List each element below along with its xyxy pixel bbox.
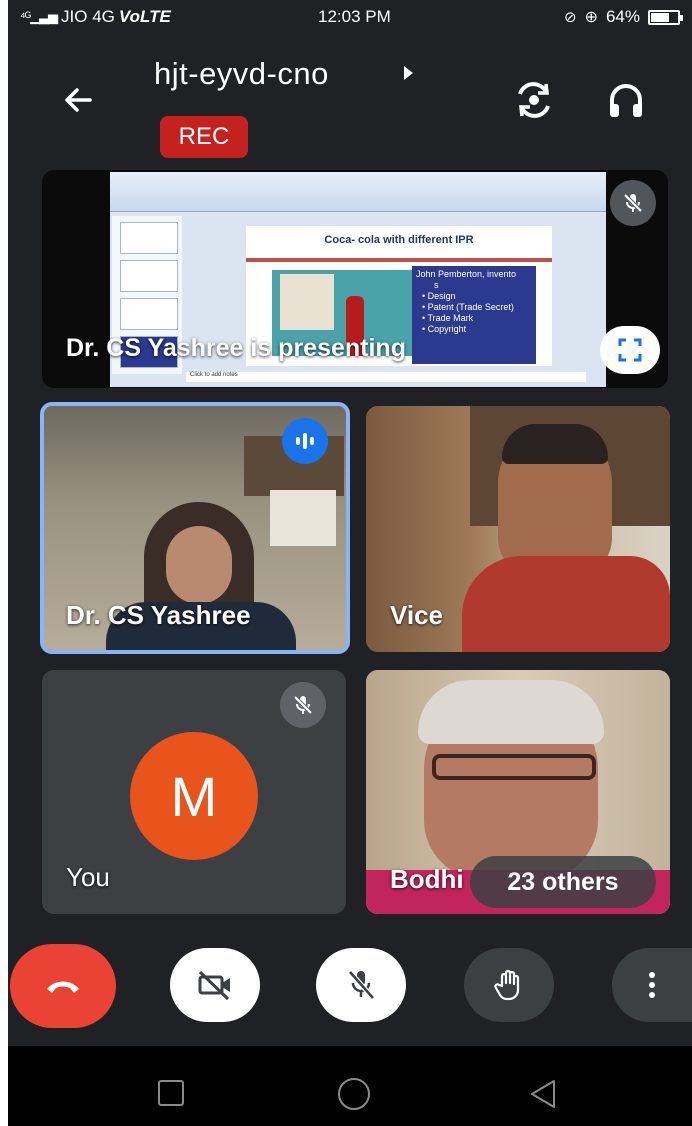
participant-name: Vice — [390, 600, 444, 630]
participant-name: Dr. CS Yashree — [66, 600, 251, 630]
status-bar: ⁴ᴳ▁▃▅ JIO 4G VoLTE 12:03 PM ⊘ ⊕ 64% — [8, 0, 692, 36]
system-nav-bar — [8, 1046, 692, 1126]
mute-notification-icon: ⊘ — [563, 9, 577, 26]
eyeglasses-image — [432, 754, 596, 780]
back-arrow-icon[interactable] — [58, 80, 98, 120]
battery-percent: 64% — [605, 7, 640, 26]
signal-icon: ⁴ᴳ▁▃▅ — [20, 9, 58, 24]
home-nav-icon[interactable] — [338, 1078, 370, 1110]
mic-off-icon — [623, 193, 643, 213]
participant-name: You — [66, 862, 110, 892]
slide-heading-cont: s — [434, 280, 439, 290]
ppt-ribbon — [110, 172, 606, 212]
volte-label: VoLTE — [118, 7, 171, 26]
fullscreen-button[interactable] — [600, 326, 660, 374]
mic-off-icon — [348, 970, 375, 1000]
video-bg-poster — [270, 490, 336, 546]
presenting-caption: Dr. CS Yashree is presenting — [66, 334, 406, 362]
slide-thumbnail — [120, 298, 178, 330]
participant-tile-bodhi[interactable]: Bodhi 23 others — [366, 670, 670, 914]
slide-title: Coca- cola with different IPR — [324, 234, 474, 246]
more-options-button[interactable] — [612, 948, 692, 1022]
recording-badge: REC — [160, 116, 248, 158]
raise-hand-button[interactable] — [464, 948, 554, 1022]
meet-screen: ⁴ᴳ▁▃▅ JIO 4G VoLTE 12:03 PM ⊘ ⊕ 64% hjt-… — [8, 0, 692, 1126]
video-person-hair — [418, 680, 604, 744]
avatar-initial: M — [170, 764, 218, 828]
camera-toggle-button[interactable] — [170, 948, 260, 1022]
more-vert-icon — [649, 972, 655, 998]
recents-nav-icon[interactable] — [158, 1080, 184, 1106]
participant-tile-you[interactable]: M You — [42, 670, 346, 914]
chevron-right-icon[interactable] — [404, 66, 413, 80]
end-call-button[interactable] — [10, 944, 116, 1028]
slide-bullet: Design — [416, 291, 532, 302]
presenter-muted-indicator — [610, 180, 656, 226]
camera-off-icon — [198, 970, 230, 1001]
video-person-face — [166, 526, 232, 604]
audio-wave-icon — [296, 433, 314, 449]
others-count-label: 23 others — [507, 867, 619, 896]
battery-icon — [648, 9, 683, 25]
hang-up-icon — [47, 981, 79, 993]
status-left: ⁴ᴳ▁▃▅ JIO 4G VoLTE — [20, 7, 171, 27]
avatar: M — [130, 732, 258, 860]
slide-thumbnail — [120, 260, 178, 292]
meeting-code-title[interactable]: hjt-eyvd-cno — [154, 56, 329, 92]
slide-bullet: Copyright — [416, 324, 532, 335]
slide-bullet: Trade Mark — [416, 313, 532, 324]
video-person-hair — [502, 424, 608, 464]
presentation-tile[interactable]: Coca- cola with different IPR John Pembe… — [42, 170, 668, 388]
participant-tile-yashree[interactable]: Dr. CS Yashree — [40, 402, 350, 654]
status-time: 12:03 PM — [318, 7, 391, 26]
video-person-shirt — [462, 556, 670, 652]
fullscreen-icon — [618, 338, 642, 362]
participant-tile-vice[interactable]: Vice — [366, 406, 670, 652]
headphones-icon[interactable] — [604, 78, 648, 122]
carrier-label: JIO 4G — [61, 7, 115, 26]
slide-band — [246, 258, 552, 262]
self-muted-indicator — [280, 682, 326, 728]
slide-notes: Click to add notes — [186, 372, 586, 382]
slide-thumbnail — [120, 222, 178, 254]
mic-off-icon — [293, 695, 313, 715]
speaking-indicator — [282, 418, 328, 464]
portrait-image — [280, 274, 334, 330]
status-right: ⊘ ⊕ 64% — [563, 7, 683, 27]
slide-bullet: Patent (Trade Secret) — [416, 302, 532, 313]
slide-heading: John Pemberton, invento — [416, 269, 517, 279]
hand-icon — [494, 969, 520, 1001]
participant-name: Bodhi — [390, 864, 464, 894]
switch-camera-icon[interactable] — [512, 78, 556, 122]
others-count-badge[interactable]: 23 others — [470, 856, 656, 908]
slide-bullet-box: John Pemberton, invento s Design Patent … — [412, 266, 536, 364]
mic-toggle-button[interactable] — [316, 948, 406, 1022]
data-saver-icon: ⊕ — [584, 9, 598, 26]
back-nav-icon[interactable] — [528, 1078, 558, 1110]
